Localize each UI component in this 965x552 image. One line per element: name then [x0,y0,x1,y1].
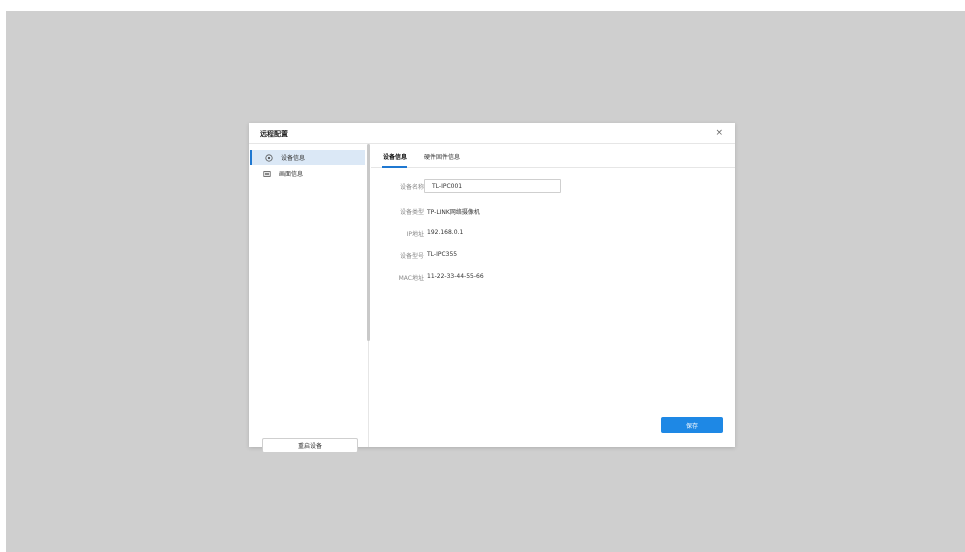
reboot-device-button[interactable]: 重启设备 [262,438,358,453]
tab-hardware-firmware-info[interactable]: 硬件固件信息 [424,152,460,161]
info-circle-icon [264,153,274,163]
sidebar-item-device-info[interactable]: 设备信息 [250,150,365,165]
mac-label: MAC地址 [398,275,424,282]
device-type-label: 设备类型 [399,209,424,216]
form-row-ip: IP地址 192.168.0.1 [371,226,731,240]
mac-value: 11-22-33-44-55-66 [427,273,484,280]
ip-label: IP地址 [406,231,424,238]
dialog-title-bar: 远程配置 × [249,123,735,144]
device-type-value: TP-LINK网络摄像机 [427,209,480,216]
form-row-mac: MAC地址 11-22-33-44-55-66 [371,270,731,284]
form-row-device-type: 设备类型 TP-LINK网络摄像机 [371,204,731,218]
tab-bar: 设备信息 硬件固件信息 [371,144,735,168]
active-tab-indicator [382,166,407,168]
sidebar-item-label: 画面信息 [279,171,304,178]
sidebar: 设备信息 画面信息 重启设备 [249,144,369,453]
sidebar-item-label: 设备信息 [281,155,306,162]
monitor-icon [262,169,272,179]
save-button[interactable]: 保存 [661,417,723,433]
ip-value: 192.168.0.1 [427,229,464,236]
dialog-title: 远程配置 [260,130,288,138]
tab-device-info[interactable]: 设备信息 [383,152,407,161]
form-row-device-name: 设备名称 [371,179,731,193]
close-icon[interactable]: × [715,127,723,139]
device-name-input[interactable] [424,179,561,193]
model-value: TL-IPC355 [427,251,458,258]
sidebar-item-image-info[interactable]: 画面信息 [250,166,365,181]
device-name-label: 设备名称 [399,184,424,191]
model-label: 设备型号 [399,253,424,260]
form-row-model: 设备型号 TL-IPC355 [371,248,731,262]
remote-config-dialog: 远程配置 × 设备信息 画面信息 重启设备 设备信息 硬件固件信息 设备名称 设… [249,123,735,453]
sidebar-scrollbar[interactable] [367,144,370,341]
